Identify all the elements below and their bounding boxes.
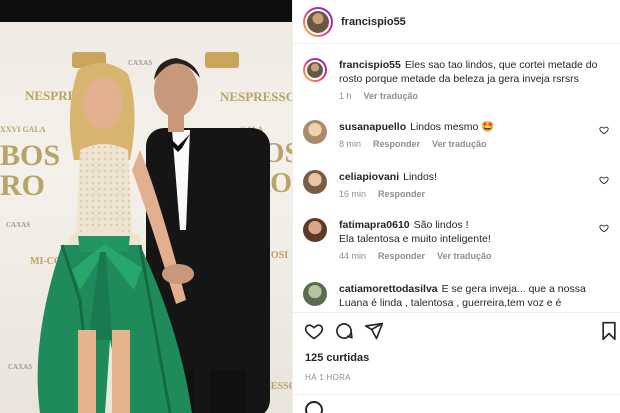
comment-time: 8 min	[339, 139, 362, 149]
likes-count[interactable]: 125 curtidas	[305, 352, 369, 364]
comment-time: 16 min	[339, 189, 367, 199]
post-actions-bar	[293, 312, 620, 348]
post-side-panel: francispio55 francispio55 Eles sao tao li…	[292, 0, 620, 413]
backdrop-text: XXVI GALA	[0, 125, 46, 134]
author-username[interactable]: francispio55	[341, 16, 406, 28]
bookmark-icon[interactable]	[599, 321, 619, 341]
commenter-avatar[interactable]	[303, 218, 327, 242]
caption: francispio55 Eles sao tao lindos, que cor…	[303, 58, 615, 101]
caption-avatar[interactable]	[303, 58, 327, 82]
post-photo: NESPRESSO NESPRESSO CAXAS XXVI GALA BOS …	[0, 0, 292, 413]
comment-item: fatimapra0610 São lindos ! Ela talentosa …	[303, 218, 615, 261]
like-comment-icon[interactable]	[599, 125, 609, 135]
backdrop-text: CAXAS	[128, 59, 152, 67]
backdrop-text: BOS	[0, 139, 60, 172]
post-header: francispio55	[293, 0, 620, 44]
caption-username[interactable]: francispio55	[339, 59, 401, 71]
reply-link[interactable]: Responder	[373, 139, 420, 149]
commenter-avatar[interactable]	[303, 120, 327, 144]
commenter-avatar[interactable]	[303, 282, 327, 306]
smiley-icon[interactable]	[305, 401, 323, 413]
comments-list: francispio55 Eles sao tao lindos, que cor…	[293, 52, 620, 310]
comment-text-line2: Ela talentosa e muito inteligente!	[339, 233, 491, 245]
comment-text: Lindos mesmo 🤩	[410, 121, 495, 133]
share-icon[interactable]	[364, 321, 384, 341]
like-comment-icon[interactable]	[599, 223, 609, 233]
author-avatar[interactable]	[303, 6, 333, 37]
comment-text: São lindos !	[413, 219, 469, 231]
backdrop-text: CAXAS	[6, 221, 30, 229]
backdrop-text: NESPRESSO	[220, 89, 292, 104]
like-comment-icon[interactable]	[599, 175, 609, 185]
comment-username[interactable]: catiamorettodasilva	[339, 283, 438, 295]
add-comment-row	[293, 394, 620, 413]
reply-link[interactable]: Responder	[378, 189, 425, 199]
comment-time: 44 min	[339, 251, 367, 261]
commenter-avatar[interactable]	[303, 170, 327, 194]
comment-item: susanapuello Lindos mesmo 🤩 8 min Respond…	[303, 120, 615, 149]
reply-link[interactable]: Responder	[378, 251, 425, 261]
backdrop-text: CAXAS	[8, 363, 32, 371]
caption-translate-link[interactable]: Ver tradução	[364, 91, 419, 101]
comment-icon[interactable]	[334, 321, 354, 341]
comment-text: Lindos!	[403, 171, 437, 183]
heart-icon[interactable]	[304, 321, 324, 341]
comment-username[interactable]: celiapiovani	[339, 171, 399, 183]
translate-link[interactable]: Ver tradução	[432, 139, 487, 149]
comment-item: catiamorettodasilva E se gera inveja... q…	[303, 282, 615, 310]
post-timestamp: HÁ 1 HORA	[305, 373, 351, 382]
comment-username[interactable]: susanapuello	[339, 121, 406, 133]
translate-link[interactable]: Ver tradução	[437, 251, 492, 261]
comment-username[interactable]: fatimapra0610	[339, 219, 410, 231]
comment-item: celiapiovani Lindos! 16 min Responder	[303, 170, 615, 199]
caption-time: 1 h	[339, 91, 352, 101]
backdrop-text: RO	[0, 169, 45, 202]
photo-illustration: NESPRESSO NESPRESSO CAXAS XXVI GALA BOS …	[0, 52, 292, 413]
